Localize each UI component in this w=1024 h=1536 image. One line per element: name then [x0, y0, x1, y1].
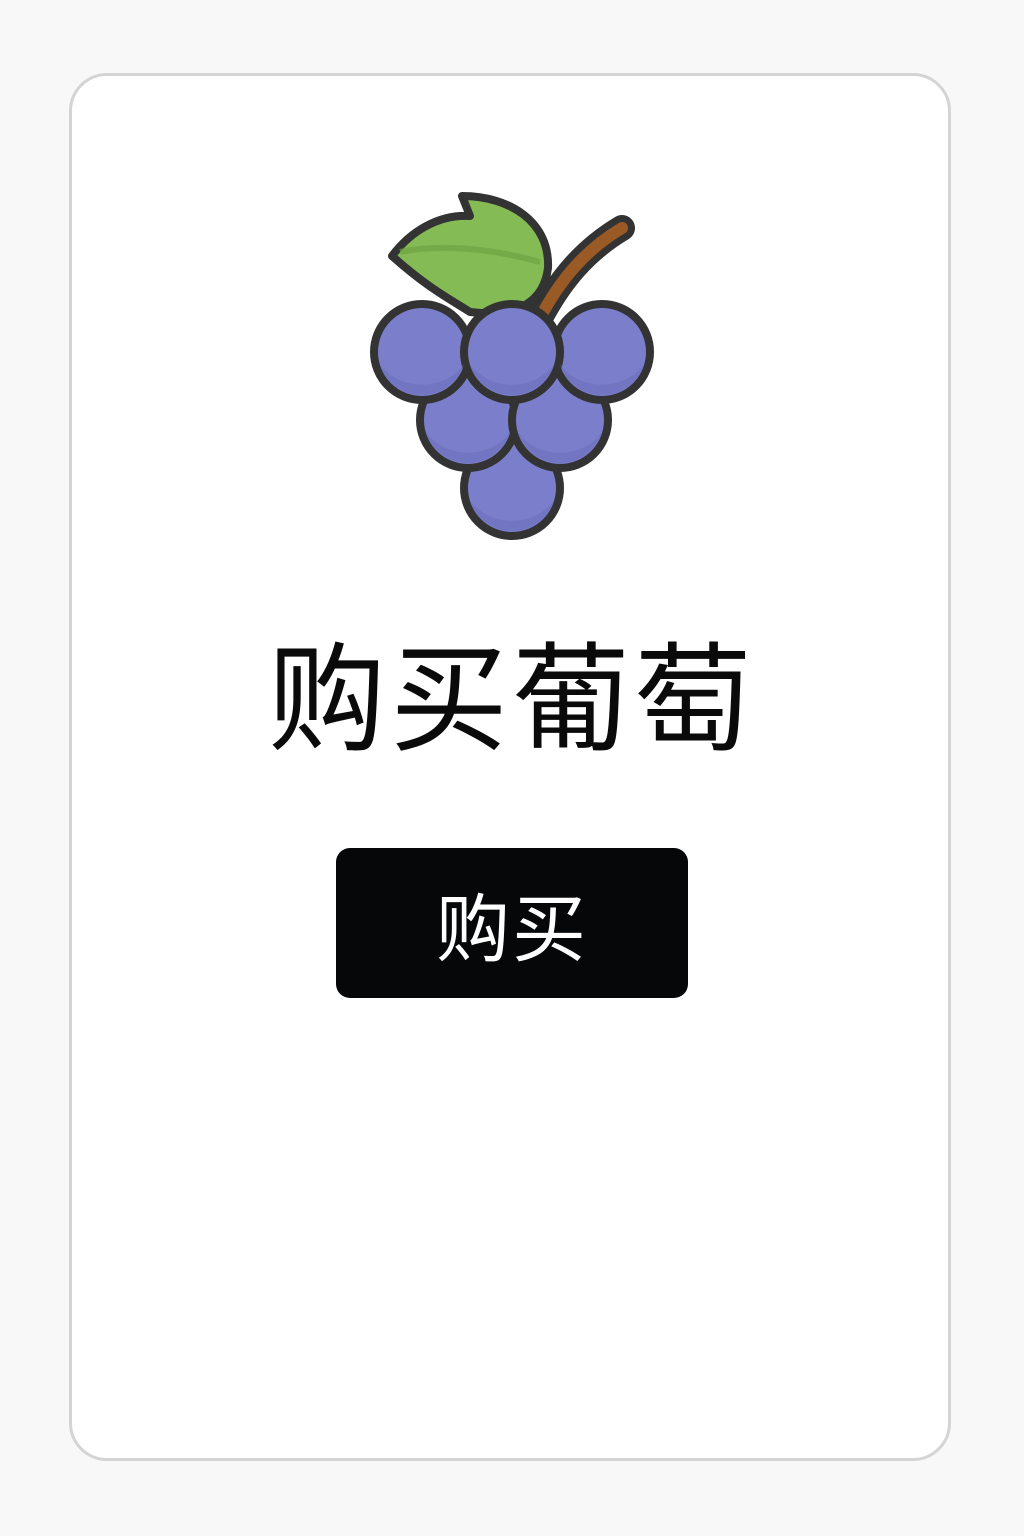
buy-button[interactable]: 购买	[336, 848, 688, 998]
page-title: 购买葡萄	[267, 631, 756, 769]
grape-icon	[362, 180, 662, 545]
